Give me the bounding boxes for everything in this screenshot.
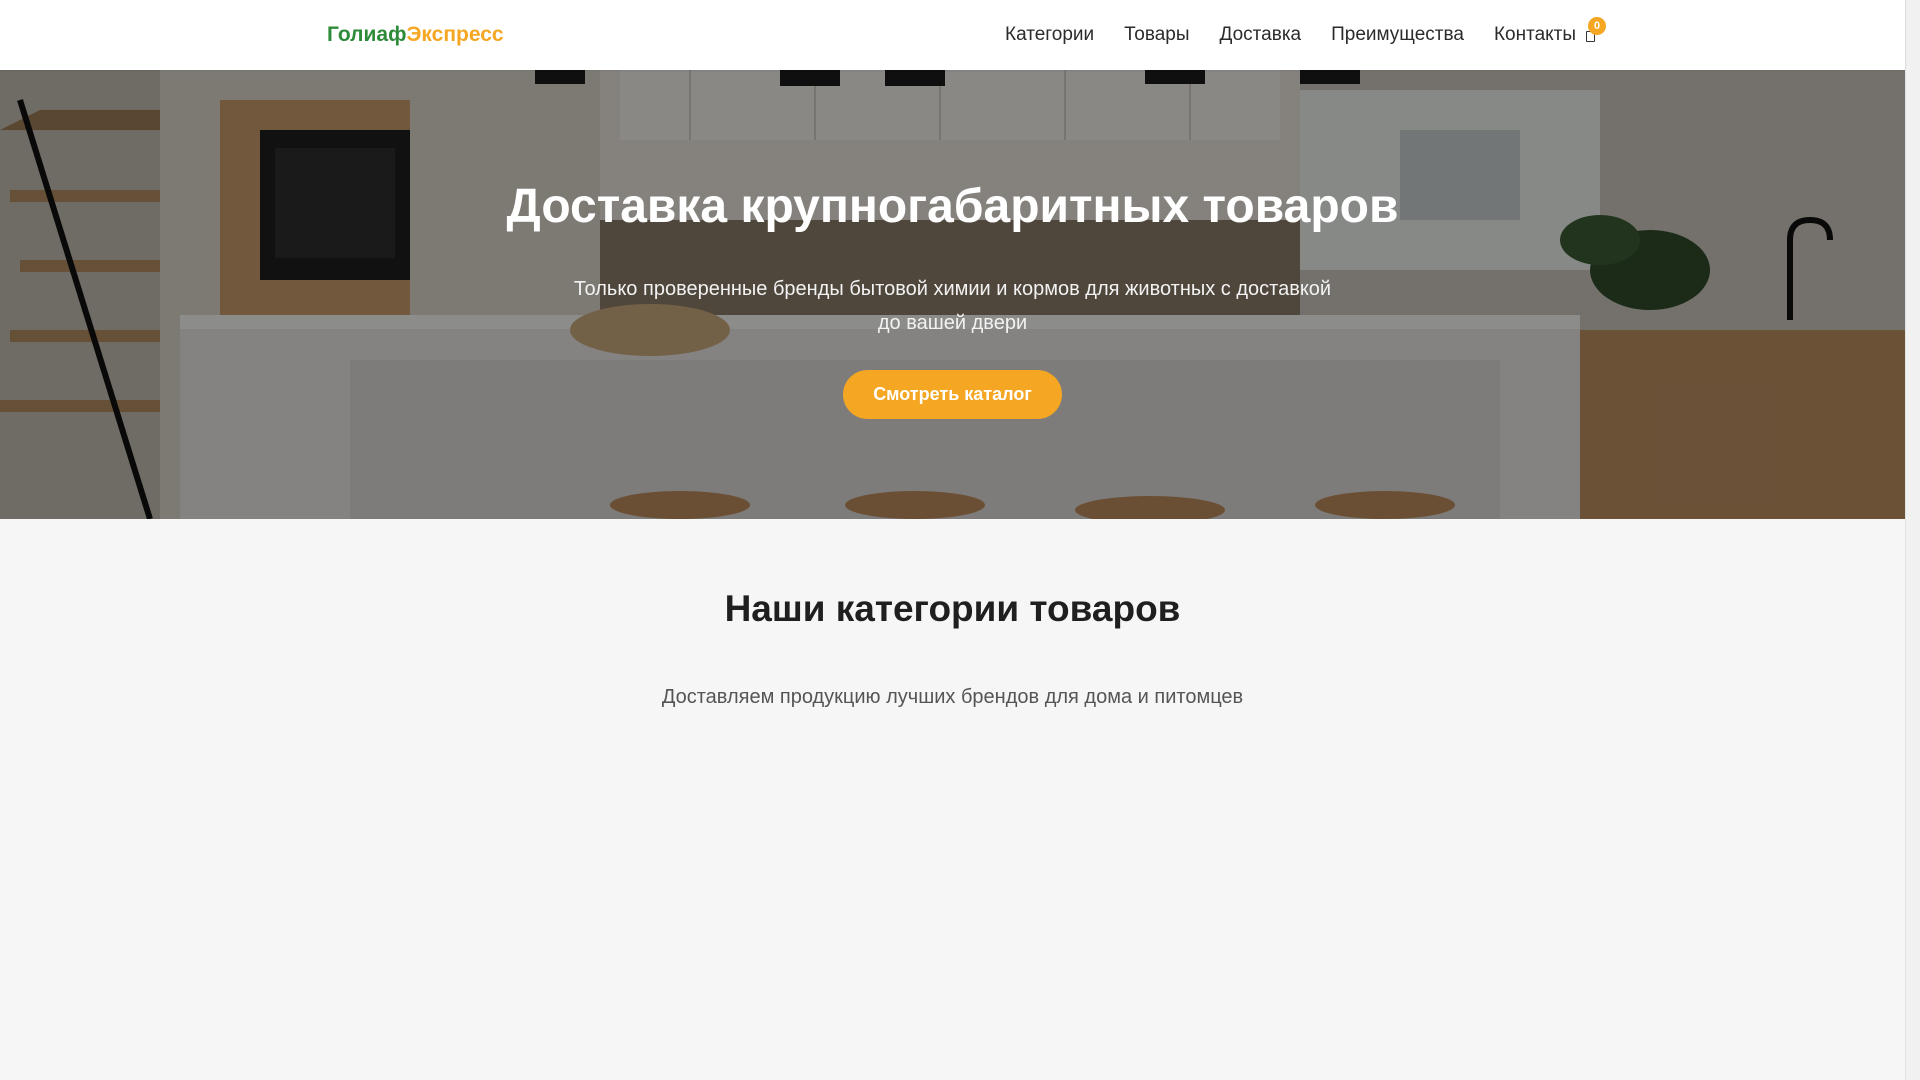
- logo-part-express: Экспресс: [406, 23, 504, 46]
- site-logo[interactable]: ГолиафЭкспресс: [327, 22, 504, 48]
- hero-section: Доставка крупногабаритных товаров Только…: [0, 70, 1905, 519]
- nav-link-advantages[interactable]: Преимущества: [1331, 22, 1464, 48]
- nav-link-categories[interactable]: Категории: [1005, 22, 1094, 48]
- cart-count-badge: 0: [1588, 17, 1607, 35]
- categories-title: Наши категории товаров: [724, 588, 1181, 629]
- hero-subtitle: Только проверенные бренды бытовой химии …: [573, 278, 1332, 334]
- nav-link-products[interactable]: Товары: [1124, 22, 1189, 48]
- cart-button[interactable]: 0: [1584, 17, 1607, 46]
- nav-link-contacts[interactable]: Контакты: [1494, 22, 1576, 48]
- main-nav: Категории Товары Доставка Преимущества К…: [1005, 17, 1607, 48]
- view-catalog-button[interactable]: Смотреть каталог: [843, 370, 1062, 419]
- page-scrollbar[interactable]: [1905, 0, 1920, 1080]
- page: ГолиафЭкспресс Категории Товары Доставка…: [0, 0, 1905, 1080]
- categories-subtitle: Доставляем продукцию лучших брендов для …: [661, 686, 1244, 708]
- hero-title: Доставка крупногабаритных товаров: [506, 180, 1399, 233]
- nav-link-delivery[interactable]: Доставка: [1220, 22, 1302, 48]
- logo-part-goliaf: Голиаф: [327, 23, 407, 46]
- site-header: ГолиафЭкспресс Категории Товары Доставка…: [0, 0, 1905, 70]
